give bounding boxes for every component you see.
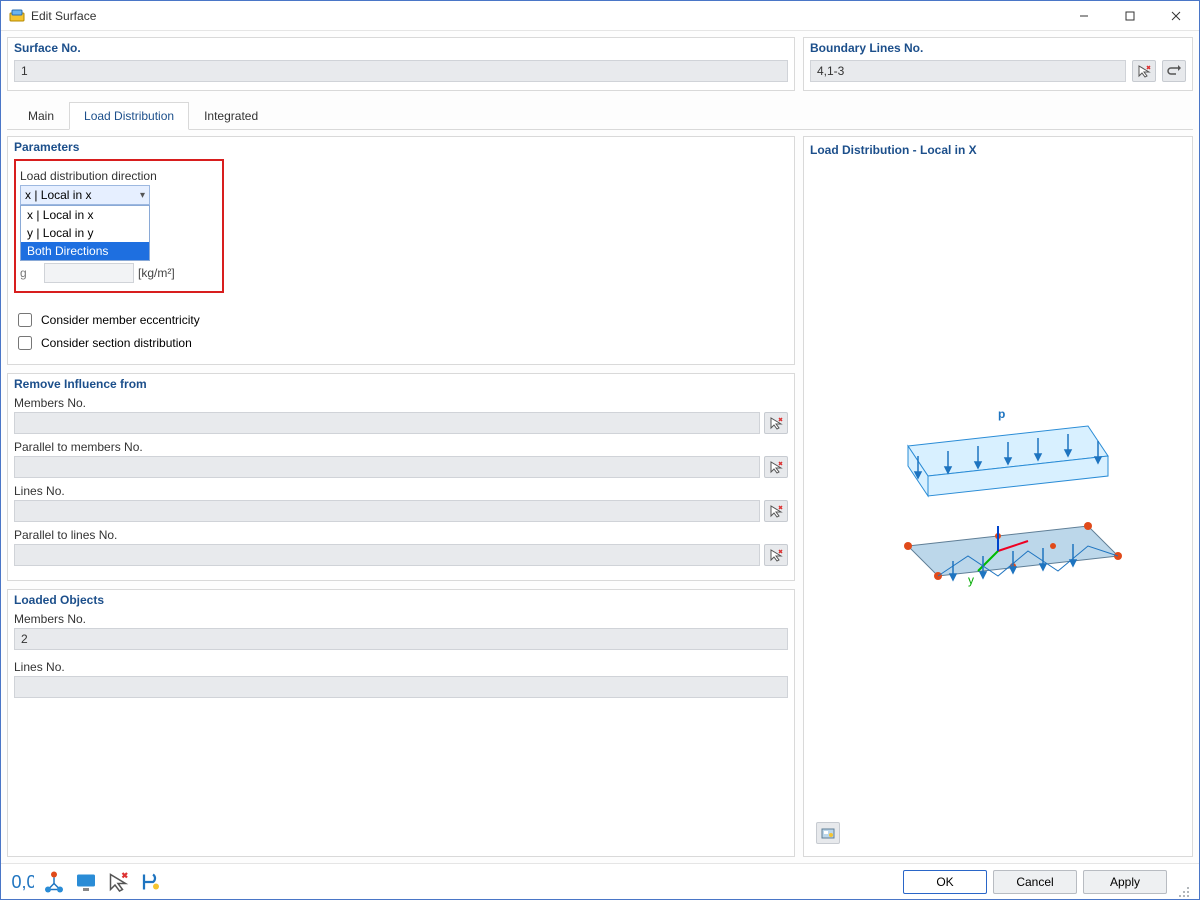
remove-lines-input[interactable] bbox=[14, 500, 760, 522]
preview-legend: Load Distribution - Local in X bbox=[810, 143, 1186, 157]
units-button[interactable]: 0,00 bbox=[9, 870, 35, 894]
boundary-lines-input[interactable] bbox=[810, 60, 1126, 82]
remove-parallel-members-pick[interactable] bbox=[764, 456, 788, 478]
unit-label: [kg/m²] bbox=[138, 266, 175, 280]
g-label: g bbox=[20, 266, 40, 280]
loaded-members-input[interactable] bbox=[14, 628, 788, 650]
loaded-lines-input[interactable] bbox=[14, 676, 788, 698]
parameters-group: Parameters Load distribution direction x… bbox=[7, 136, 795, 365]
remove-lines-pick[interactable] bbox=[764, 500, 788, 522]
loaded-members-label: Members No. bbox=[14, 612, 788, 626]
edit-surface-dialog: Edit Surface Surface No. Boundary Lines … bbox=[0, 0, 1200, 900]
tab-load-distribution[interactable]: Load Distribution bbox=[69, 102, 189, 130]
direction-option-y[interactable]: y | Local in y bbox=[21, 224, 149, 242]
surface-no-input[interactable] bbox=[14, 60, 788, 82]
remove-parallel-lines-input[interactable] bbox=[14, 544, 760, 566]
remove-influence-legend: Remove Influence from bbox=[14, 377, 788, 391]
remove-parallel-members-label: Parallel to members No. bbox=[14, 440, 788, 454]
script-button[interactable] bbox=[137, 870, 163, 894]
revert-lines-button[interactable] bbox=[1162, 60, 1186, 82]
load-distribution-diagram: p bbox=[848, 396, 1148, 616]
direction-option-x[interactable]: x | Local in x bbox=[21, 206, 149, 224]
direction-label: Load distribution direction bbox=[20, 169, 218, 183]
surface-no-label: Surface No. bbox=[14, 41, 788, 55]
remove-members-label: Members No. bbox=[14, 396, 788, 410]
ok-button[interactable]: OK bbox=[903, 870, 987, 894]
svg-text:0,00: 0,00 bbox=[12, 872, 35, 892]
tab-integrated[interactable]: Integrated bbox=[189, 102, 273, 130]
minimize-button[interactable] bbox=[1061, 1, 1107, 31]
direction-combo[interactable]: x | Local in x ▾ bbox=[20, 185, 150, 205]
direction-dropdown: x | Local in x y | Local in y Both Direc… bbox=[20, 205, 150, 261]
pick-footer-button[interactable] bbox=[105, 870, 131, 894]
direction-option-both[interactable]: Both Directions bbox=[21, 242, 149, 260]
remove-lines-label: Lines No. bbox=[14, 484, 788, 498]
app-icon bbox=[9, 8, 25, 24]
display-button[interactable] bbox=[73, 870, 99, 894]
dialog-footer: 0,00 OK Cancel Apply bbox=[1, 863, 1199, 899]
boundary-lines-label: Boundary Lines No. bbox=[810, 41, 1186, 55]
boundary-lines-group: Boundary Lines No. bbox=[803, 37, 1193, 91]
remove-parallel-lines-pick[interactable] bbox=[764, 544, 788, 566]
pick-lines-button[interactable] bbox=[1132, 60, 1156, 82]
preview-area: p bbox=[810, 161, 1186, 850]
remove-parallel-lines-label: Parallel to lines No. bbox=[14, 528, 788, 542]
remove-parallel-members-input[interactable] bbox=[14, 456, 760, 478]
maximize-button[interactable] bbox=[1107, 1, 1153, 31]
tab-bar: Main Load Distribution Integrated bbox=[7, 101, 1193, 130]
highlight-box: Load distribution direction x | Local in… bbox=[14, 159, 224, 293]
check-section-distribution[interactable]: Consider section distribution bbox=[14, 333, 788, 353]
direction-combo-value: x | Local in x bbox=[25, 188, 91, 202]
window-title: Edit Surface bbox=[31, 9, 96, 23]
remove-influence-group: Remove Influence from Members No. Parall… bbox=[7, 373, 795, 581]
parameters-legend: Parameters bbox=[14, 140, 788, 154]
cancel-button[interactable]: Cancel bbox=[993, 870, 1077, 894]
check-section-box[interactable] bbox=[18, 336, 32, 350]
check-eccentricity-box[interactable] bbox=[18, 313, 32, 327]
resize-grip[interactable] bbox=[1177, 885, 1191, 899]
chevron-down-icon: ▾ bbox=[140, 190, 145, 201]
p-label: p bbox=[998, 407, 1005, 421]
tab-main[interactable]: Main bbox=[13, 102, 69, 130]
titlebar: Edit Surface bbox=[1, 1, 1199, 31]
preview-settings-button[interactable] bbox=[816, 822, 840, 844]
loaded-lines-label: Lines No. bbox=[14, 660, 788, 674]
preview-panel: Load Distribution - Local in X bbox=[803, 136, 1193, 857]
tree-button[interactable] bbox=[41, 870, 67, 894]
close-button[interactable] bbox=[1153, 1, 1199, 31]
remove-members-pick[interactable] bbox=[764, 412, 788, 434]
g-value-input[interactable] bbox=[44, 263, 134, 283]
surface-no-group: Surface No. bbox=[7, 37, 795, 91]
apply-button[interactable]: Apply bbox=[1083, 870, 1167, 894]
loaded-objects-group: Loaded Objects Members No. Lines No. bbox=[7, 589, 795, 857]
loaded-objects-legend: Loaded Objects bbox=[14, 593, 788, 607]
remove-members-input[interactable] bbox=[14, 412, 760, 434]
check-eccentricity[interactable]: Consider member eccentricity bbox=[14, 310, 788, 330]
y-axis-label: y bbox=[968, 573, 974, 587]
